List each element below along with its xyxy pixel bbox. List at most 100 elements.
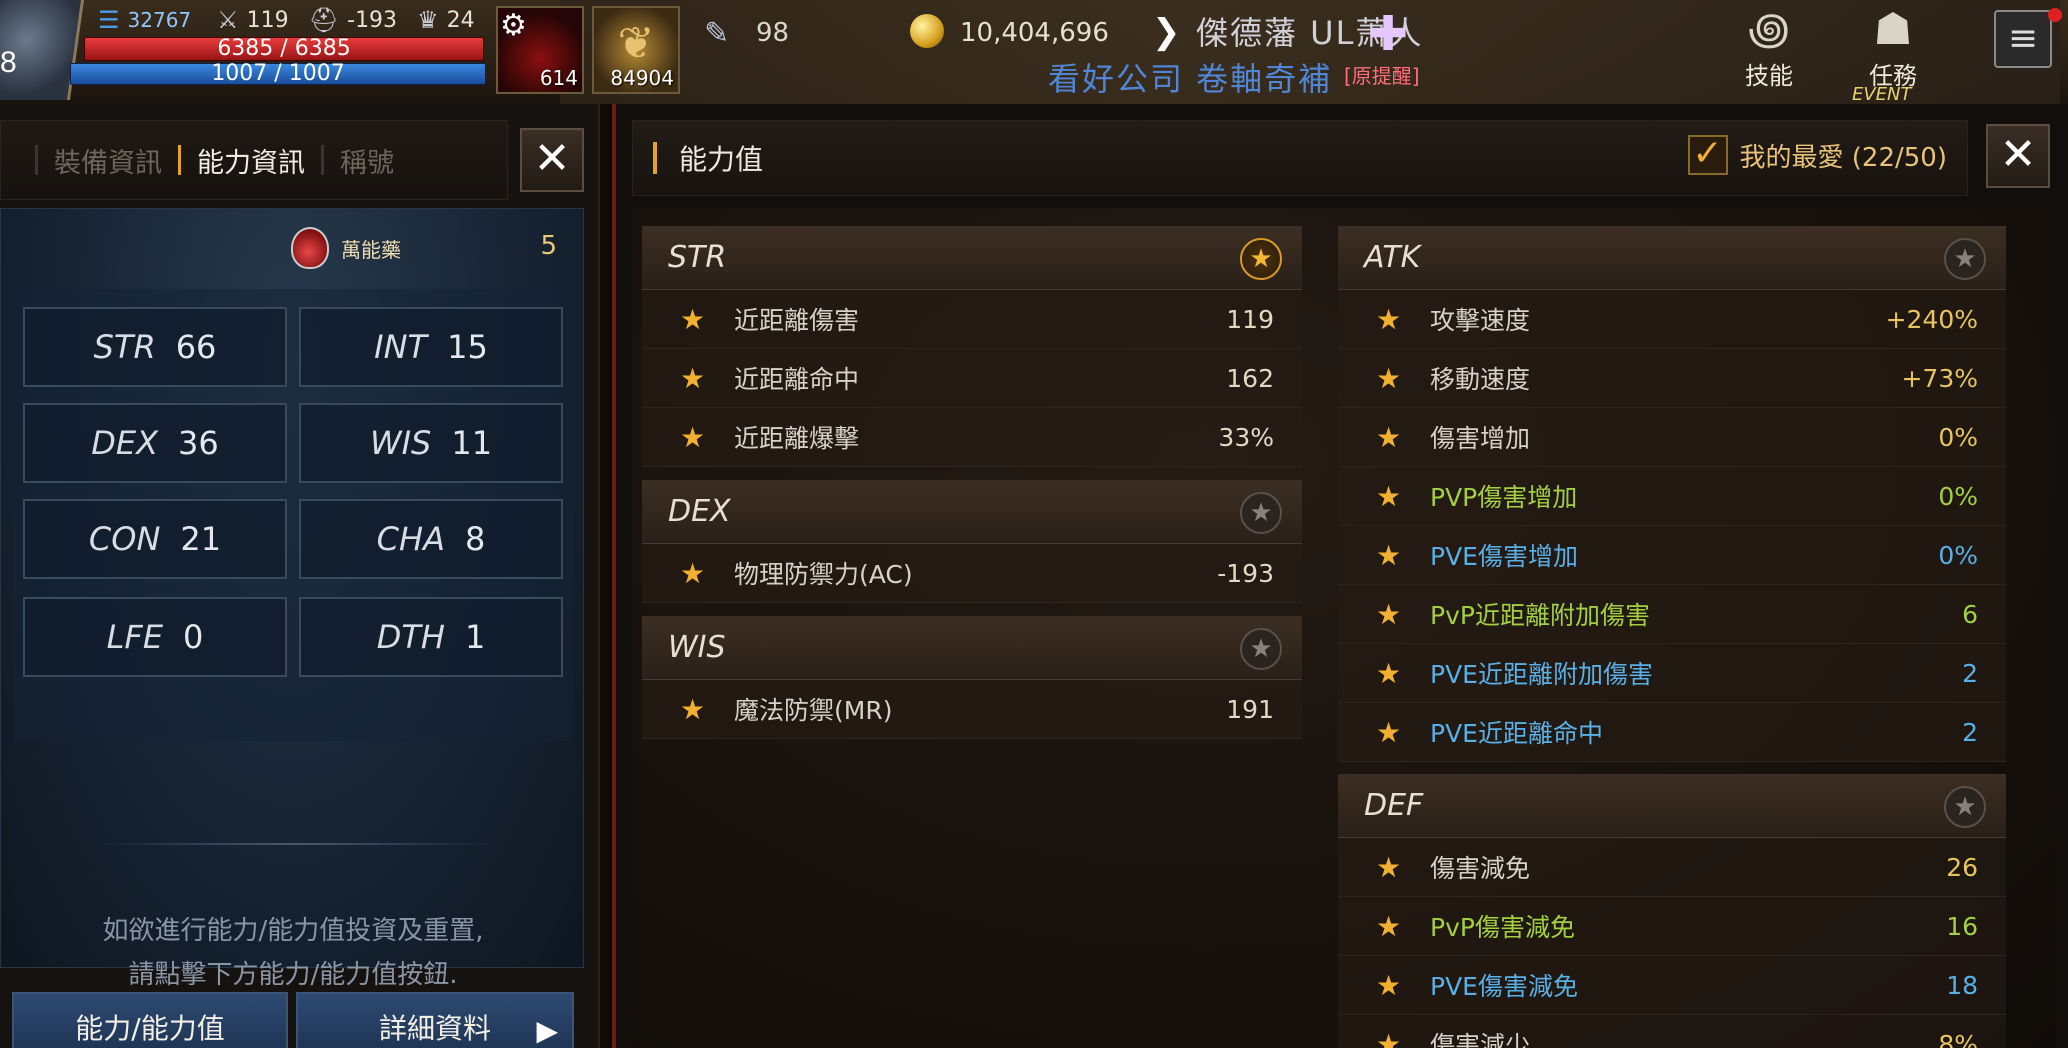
star-icon: ★ — [680, 556, 706, 590]
star-icon: ★ — [1376, 850, 1402, 884]
ability-value: 162 — [1226, 363, 1274, 393]
ability-row[interactable]: ★ PVE近距離命中 2 — [1338, 703, 2006, 762]
ability-row[interactable]: ★ PvP傷害減免 16 — [1338, 897, 2006, 956]
scroll-icon: ☗ — [1873, 4, 1913, 55]
checkmark-icon[interactable]: ✓ — [1687, 135, 1728, 175]
stat-value: 66 — [175, 328, 217, 366]
ability-row[interactable]: ★ 攻擊速度 +240% — [1338, 290, 2006, 349]
menu-icon[interactable]: ≡ — [1994, 10, 2052, 68]
skill-button[interactable]: ꩜ 技能 — [1724, 4, 1814, 94]
tab-ability[interactable]: 能力資訊 — [197, 141, 305, 180]
star-icon: ★ — [1376, 479, 1402, 513]
stat-value: 0 — [183, 618, 204, 656]
ability-row[interactable]: ★ 魔法防禦(MR) 191 — [642, 680, 1302, 739]
tab-title[interactable]: 稱號 — [340, 141, 394, 180]
ability-row[interactable]: ★ 傷害減免 26 — [1338, 838, 2006, 897]
ability-label: PVP傷害增加 — [1430, 483, 1578, 512]
ability-row[interactable]: ★ PVE傷害增加 0% — [1338, 526, 2006, 585]
ability-row[interactable]: ★ 物理防禦力(AC) -193 — [642, 544, 1302, 603]
ability-row[interactable]: ★ PVP傷害增加 0% — [1338, 467, 2006, 526]
character-level: 8 — [0, 46, 17, 79]
star-icon[interactable]: ★ — [1944, 786, 1986, 828]
star-icon: ★ — [1376, 968, 1402, 1002]
ability-label: 物理防禦力(AC) — [734, 560, 913, 589]
ability-row[interactable]: ★ 移動速度 +73% — [1338, 349, 2006, 408]
trophy-icon: ♛ — [417, 6, 439, 34]
star-icon[interactable]: ★ — [1240, 238, 1282, 280]
ability-label: 傷害增加 — [1430, 424, 1531, 453]
ability-row[interactable]: ★ 近距離爆擊 33% — [642, 408, 1302, 467]
ability-value: 0% — [1938, 481, 1978, 511]
ability-row[interactable]: ★ 近距離傷害 119 — [642, 290, 1302, 349]
stat-str[interactable]: STR 66 — [23, 307, 287, 387]
section-wis: WIS ★ ★ 魔法防禦(MR) 191 — [642, 616, 1302, 739]
ability-label: PvP近距離附加傷害 — [1430, 601, 1650, 630]
favorites-label: 我的最愛 (22/50) — [1739, 142, 1947, 173]
section-header: ATK ★ — [1338, 226, 2006, 290]
stat-dth[interactable]: DTH 1 — [299, 597, 563, 677]
close-icon[interactable]: ✕ — [520, 128, 584, 192]
star-icon: ★ — [1376, 420, 1402, 454]
gear-icon[interactable]: ⚙ — [500, 8, 527, 43]
stat-int[interactable]: INT 15 — [299, 307, 563, 387]
detail-button[interactable]: 詳細資料 ▶ — [296, 992, 574, 1048]
ability-row[interactable]: ★ 傷害減少 8% — [1338, 1015, 2006, 1048]
mission-button[interactable]: ☗ 任務 — [1848, 4, 1938, 94]
ability-row[interactable]: ★ 傷害增加 0% — [1338, 408, 2006, 467]
star-icon[interactable]: ★ — [1240, 628, 1282, 670]
stat-value: 15 — [447, 328, 488, 366]
leaf-quickslot-count: 84904 — [610, 66, 674, 90]
tab-equipment[interactable]: 裝備資訊 — [54, 141, 162, 180]
event-label[interactable]: EVENT — [1852, 84, 1912, 104]
ability-value-panel: 能力值 ✓ 我的最愛 (22/50) ✕ STR ★ ★ 近距離傷害 119 ★ 近距離… — [612, 104, 2068, 1048]
info-line-2: 請點擊下方能力/能力值按鈕. — [128, 960, 458, 990]
star-icon: ★ — [680, 361, 706, 395]
star-icon[interactable]: ★ — [1240, 492, 1282, 534]
game-screen: 8 ☰ 32767 ⚔ 119 ⛑ -193 ♛ 24 6385 / 6385 … — [0, 0, 2068, 1048]
section-atk: ATK ★ ★ 攻擊速度 +240% ★ 移動速度 +73% ★ 傷害增加 0% ★ PVP傷害… — [1338, 226, 2006, 762]
ability-value: 8% — [1938, 1029, 1978, 1048]
ability-row[interactable]: ★ PvP近距離附加傷害 6 — [1338, 585, 2006, 644]
sword-icon: ⚔ — [217, 6, 239, 34]
ability-label: PVE近距離命中 — [1430, 719, 1603, 748]
favorites-toggle[interactable]: ✓ 我的最愛 (22/50) — [1687, 135, 1947, 175]
section-title: DEF — [1364, 788, 1424, 823]
trophy-value: 24 — [446, 7, 475, 33]
stat-name: DTH — [376, 618, 445, 656]
gold-amount: 10,404,696 — [960, 18, 1109, 48]
ability-row[interactable]: ★ PVE傷害減免 18 — [1338, 956, 2006, 1015]
stat-value: 8 — [464, 520, 486, 558]
stat-name: WIS — [369, 424, 432, 462]
ability-row[interactable]: ★ PVE近距離附加傷害 2 — [1338, 644, 2006, 703]
section-def: DEF ★ ★ 傷害減免 26 ★ PvP傷害減免 16 ★ PVE傷害減免 18 ★ 傷害減少… — [1338, 774, 2006, 1048]
stat-name: STR — [93, 328, 156, 366]
stat-value: 11 — [451, 424, 493, 462]
ability-value: 0% — [1938, 422, 1978, 452]
section-str: STR ★ ★ 近距離傷害 119 ★ 近距離命中 162 ★ 近距離爆擊 33% — [642, 226, 1302, 467]
stat-wis[interactable]: WIS 11 — [299, 403, 563, 483]
quest-tracker-bottom[interactable]: 看好公司 卷軸奇補 — [1048, 54, 1332, 100]
section-title: DEX — [668, 494, 731, 529]
stat-lfe[interactable]: LFE 0 — [23, 597, 287, 677]
elixir-icon — [291, 227, 329, 269]
stat-cha[interactable]: CHA 8 — [299, 499, 563, 579]
ability-label: 魔法防禦(MR) — [734, 696, 893, 725]
ability-button[interactable]: 能力/能力值 — [12, 992, 288, 1048]
section-header: DEF ★ — [1338, 774, 2006, 838]
star-icon[interactable]: ★ — [1944, 238, 1986, 280]
stat-value: 1 — [464, 618, 486, 656]
stat-con[interactable]: CON 21 — [23, 499, 287, 579]
chevron-right-icon[interactable]: ❯ — [1152, 12, 1181, 52]
ability-row[interactable]: ★ 近距離命中 162 — [642, 349, 1302, 408]
power-icon: ☰ — [98, 6, 120, 34]
stat-dex[interactable]: DEX 36 — [23, 403, 287, 483]
ability-value: 33% — [1218, 422, 1274, 452]
info-tabs: 裝備資訊 能力資訊 稱號 — [0, 120, 508, 200]
close-icon[interactable]: ✕ — [1986, 124, 2050, 188]
ability-label: 傷害減少 — [1430, 1031, 1531, 1048]
ability-value: 191 — [1226, 694, 1274, 724]
sword-value: 119 — [246, 7, 289, 33]
feather-count: 98 — [756, 18, 790, 48]
leaf-quickslot[interactable]: ❦ 84904 — [592, 6, 680, 94]
ability-sections: STR ★ ★ 近距離傷害 119 ★ 近距離命中 162 ★ 近距離爆擊 33% DEX ★ … — [632, 208, 2056, 1048]
